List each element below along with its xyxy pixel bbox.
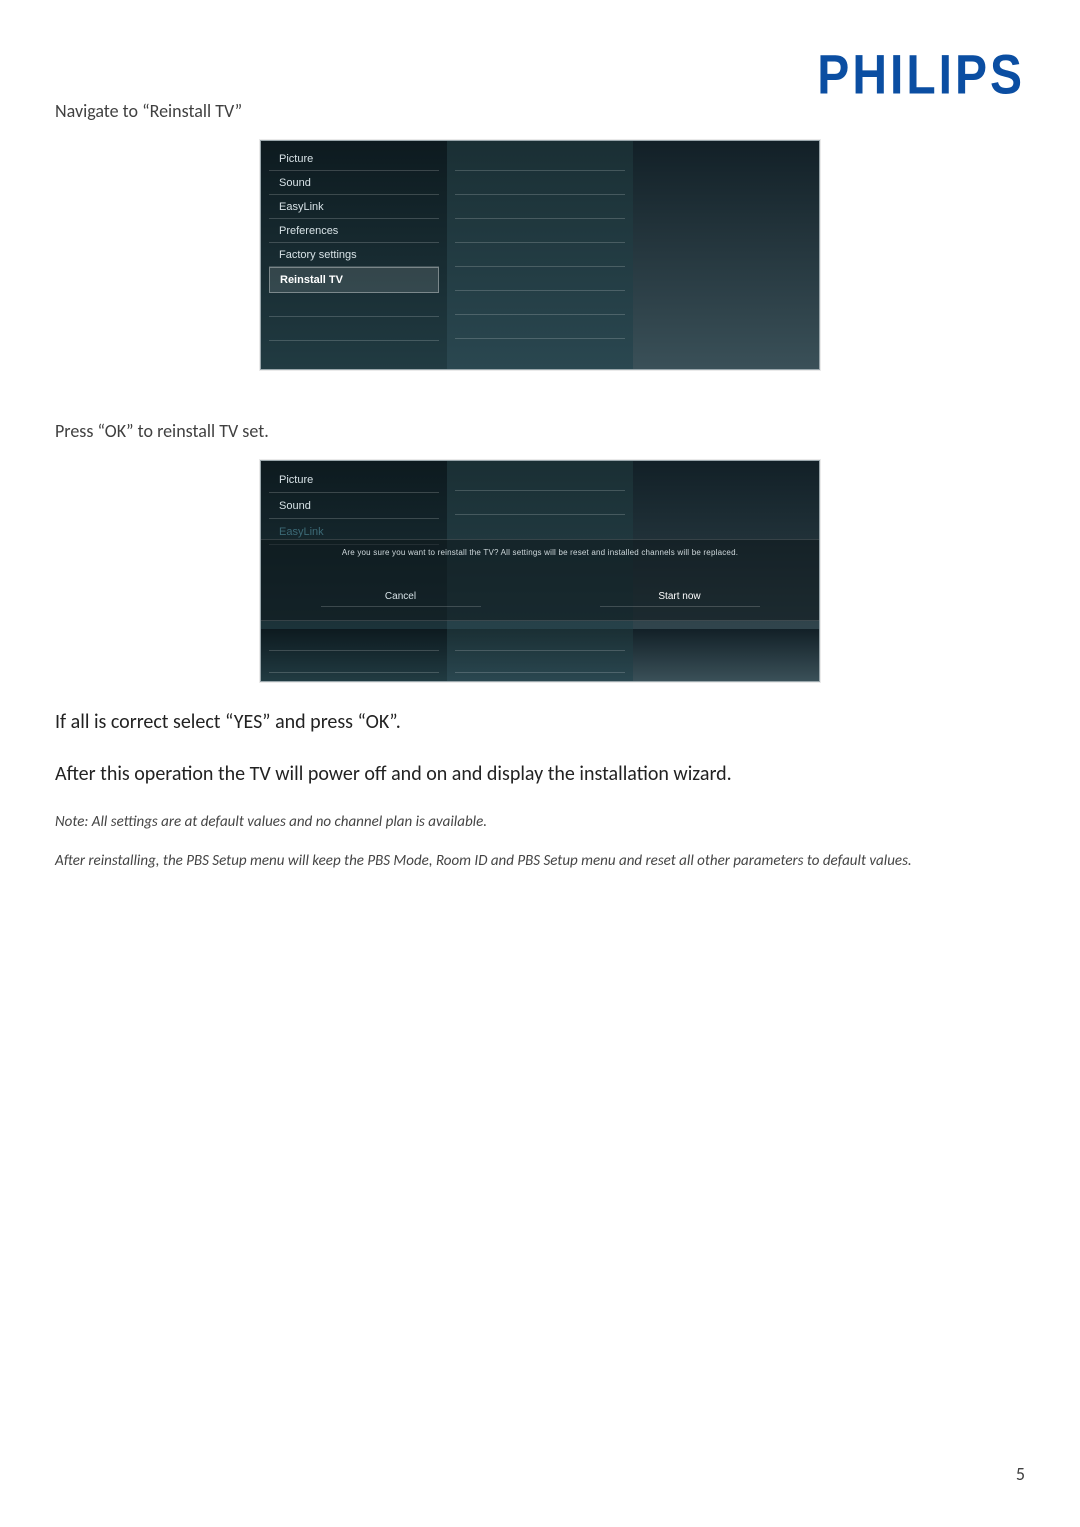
menu-blank-row: . (455, 243, 625, 267)
menu-blank-row: . (269, 629, 439, 651)
menu-blank-row: . (455, 171, 625, 195)
menu-item-easylink[interactable]: EasyLink (269, 195, 439, 219)
tv-screenshot-dialog: Picture Sound EasyLink . . Are you sure … (260, 460, 820, 682)
instruction-after-operation: After this operation the TV will power o… (55, 762, 1025, 786)
menu-item-factory-settings[interactable]: Factory settings (269, 243, 439, 267)
tv-menu-column-mid: . . . . . . . . (447, 141, 633, 369)
menu-blank-row: . (455, 629, 625, 651)
menu-blank-row: . (455, 267, 625, 291)
menu-blank-row: . (455, 147, 625, 171)
menu-item-reinstall-tv[interactable]: Reinstall TV (269, 267, 439, 293)
menu-blank-row: . (455, 315, 625, 339)
menu-item-preferences[interactable]: Preferences (269, 219, 439, 243)
menu-blank-row: . (269, 651, 439, 673)
page-number: 5 (1016, 1463, 1025, 1485)
instruction-select-yes: If all is correct select “YES” and press… (55, 710, 1025, 734)
dialog-message: Are you sure you want to reinstall the T… (328, 548, 752, 557)
menu-blank-row: . (455, 219, 625, 243)
note-pbs-setup: After reinstalling, the PBS Setup menu w… (55, 851, 1025, 872)
brand-logo: PHILIPS (817, 48, 1025, 103)
menu-blank-row: . (455, 651, 625, 673)
menu-blank-row: . (455, 291, 625, 315)
menu-blank-row: . (269, 317, 439, 341)
menu-blank-row: . (455, 195, 625, 219)
menu-item-picture[interactable]: Picture (269, 147, 439, 171)
menu-blank-row: . (269, 293, 439, 317)
tv-screenshot-menu: Picture Sound EasyLink Preferences Facto… (260, 140, 820, 370)
tv-menu-column-left: Picture Sound EasyLink Preferences Facto… (261, 141, 447, 369)
confirm-dialog: Are you sure you want to reinstall the T… (261, 539, 819, 621)
menu-item-sound[interactable]: Sound (269, 171, 439, 195)
cancel-button[interactable]: Cancel (321, 587, 481, 607)
start-now-button[interactable]: Start now (600, 587, 760, 607)
instruction-press-ok: Press “OK” to reinstall TV set. (55, 420, 1025, 442)
philips-wordmark: PHILIPS (817, 44, 1025, 107)
tv-menu-column-right (633, 141, 819, 369)
menu-item-picture[interactable]: Picture (269, 467, 439, 493)
menu-blank-row: . (455, 491, 625, 515)
menu-item-sound[interactable]: Sound (269, 493, 439, 519)
menu-blank-row: . (455, 467, 625, 491)
note-default-values: Note: All settings are at default values… (55, 812, 1025, 833)
